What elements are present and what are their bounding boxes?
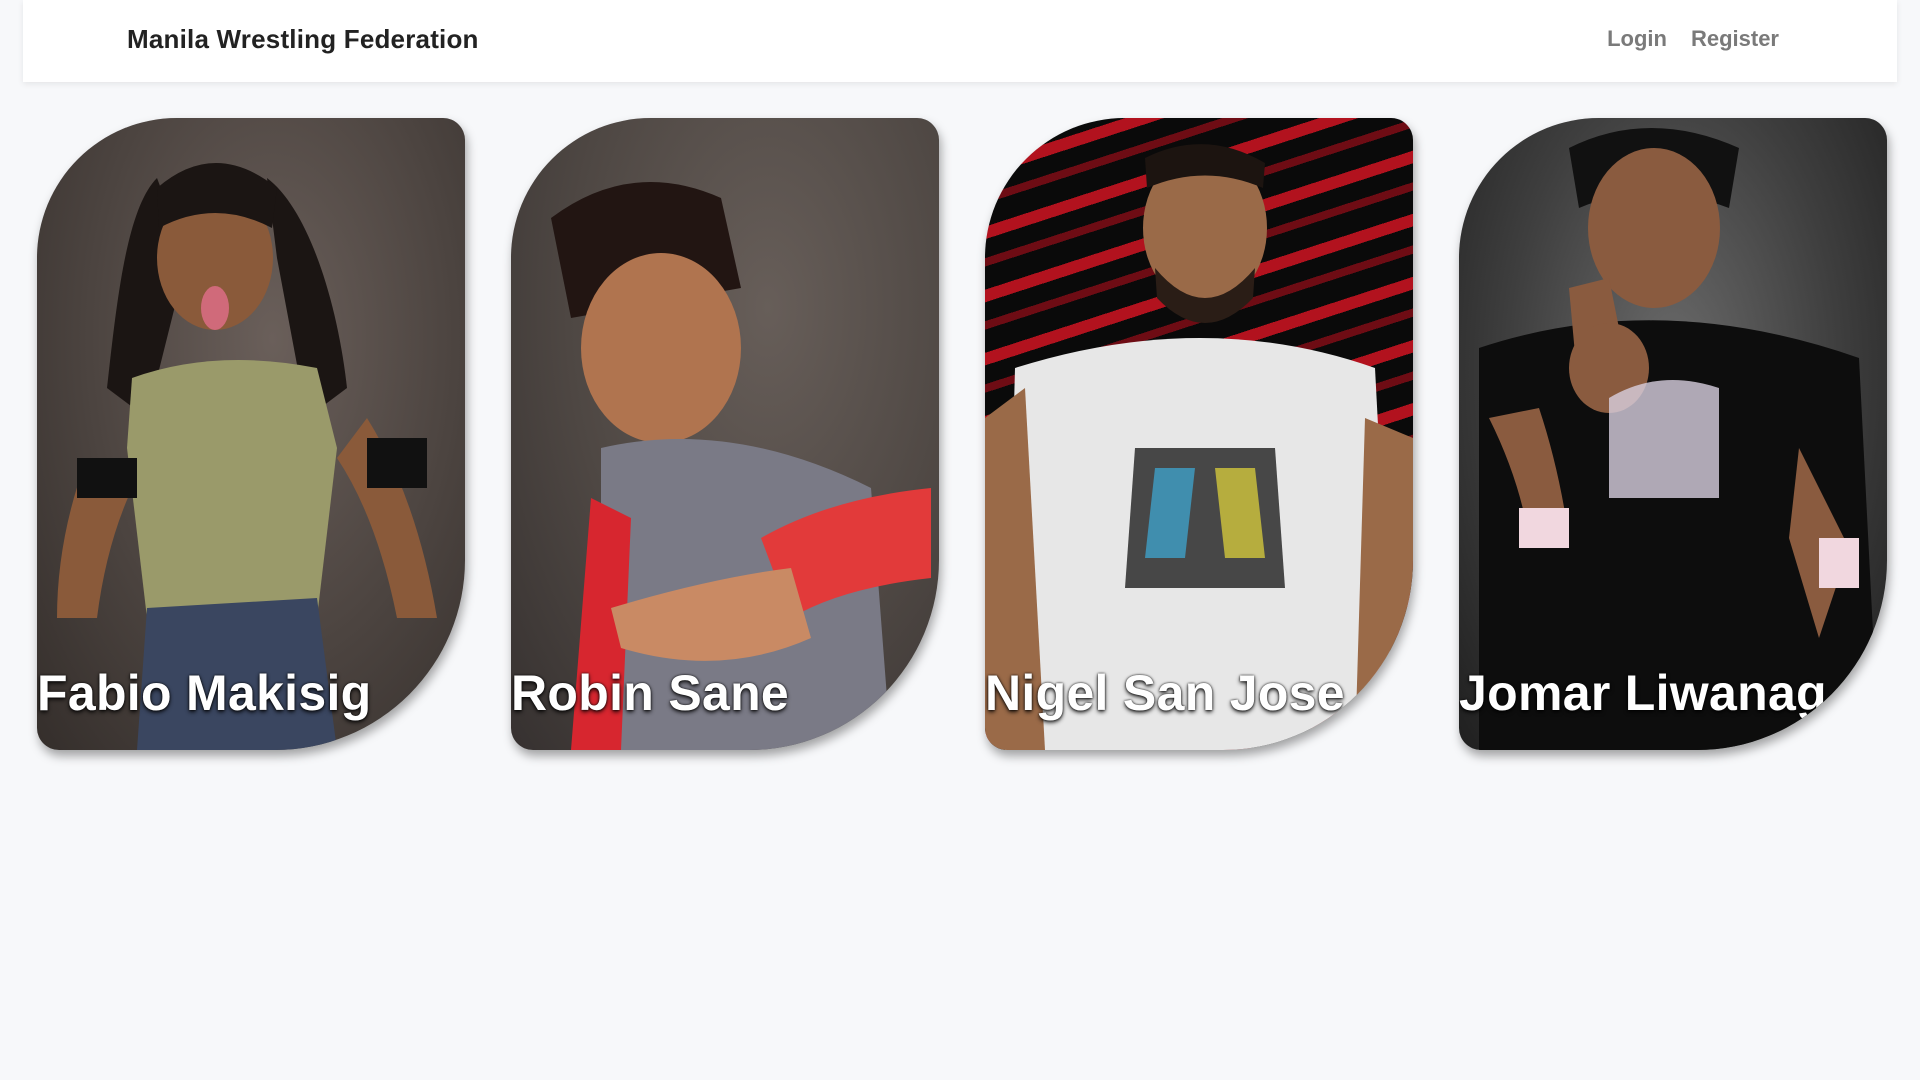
wrestler-photo — [1459, 118, 1887, 750]
site-brand-link[interactable]: Manila Wrestling Federation — [127, 24, 479, 55]
wrestler-name: Nigel San Jose — [985, 665, 1345, 721]
wrestler-roster: Fabio Makisig Robin Sane Nigel San Jose … — [37, 118, 1887, 752]
wrestler-card-robin-sane[interactable]: Robin Sane — [511, 118, 939, 750]
wrestler-name: Robin Sane — [511, 665, 790, 721]
wrestler-card-jomar-liwanag[interactable]: Jomar Liwanag — [1459, 118, 1887, 750]
top-navbar: Manila Wrestling Federation Login Regist… — [23, 0, 1897, 82]
login-link[interactable]: Login — [1607, 26, 1667, 52]
wrestler-card-fabio-makisig[interactable]: Fabio Makisig — [37, 118, 465, 750]
wrestler-photo — [985, 118, 1413, 750]
register-link[interactable]: Register — [1691, 26, 1779, 52]
wrestler-photo — [37, 118, 465, 750]
wrestler-photo — [511, 118, 939, 750]
wrestler-card-nigel-san-jose[interactable]: Nigel San Jose — [985, 118, 1413, 750]
wrestler-name: Fabio Makisig — [37, 665, 372, 721]
wrestler-name: Jomar Liwanag — [1459, 665, 1827, 721]
nav-links: Login Register — [1607, 26, 1779, 52]
